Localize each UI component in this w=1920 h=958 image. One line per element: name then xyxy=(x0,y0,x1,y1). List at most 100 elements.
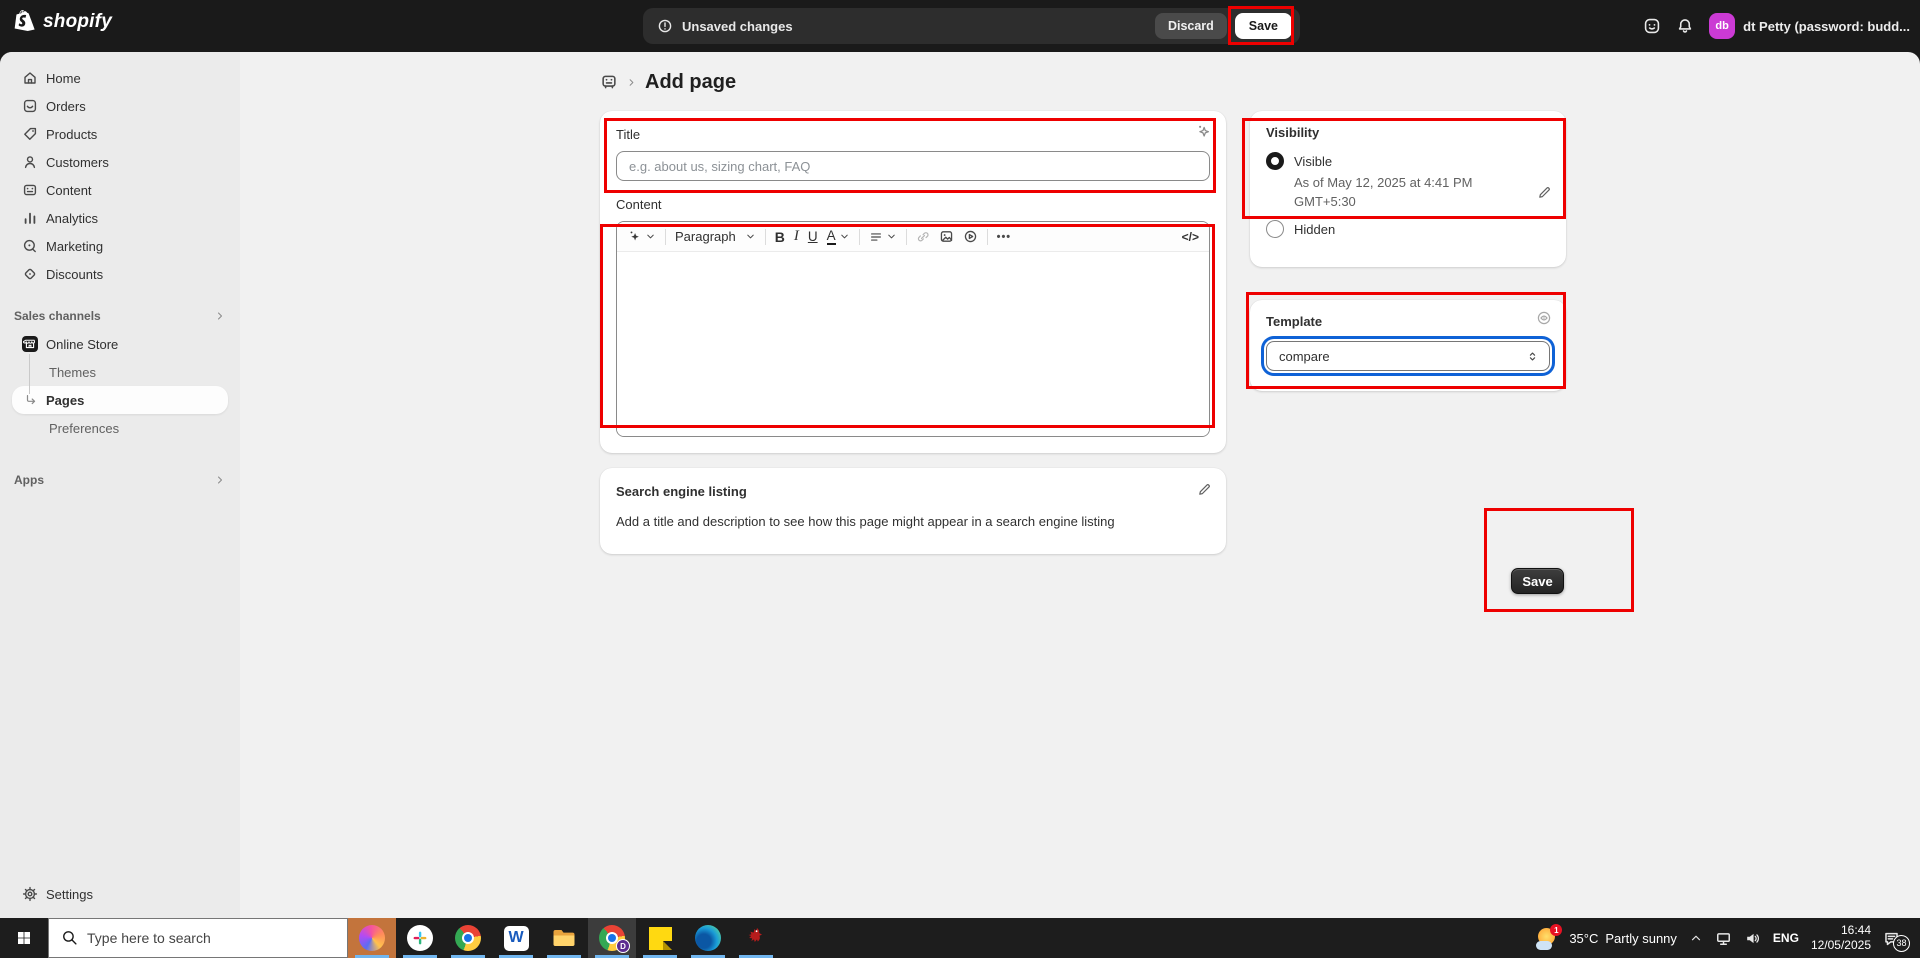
template-select[interactable]: compare xyxy=(1266,341,1550,371)
floating-save-button[interactable]: Save xyxy=(1511,568,1564,594)
italic-button[interactable]: I xyxy=(794,228,799,245)
edit-pencil-icon[interactable] xyxy=(1197,482,1212,497)
taskbar-app-slack[interactable] xyxy=(396,918,444,958)
taskbar-app-copilot[interactable] xyxy=(348,918,396,958)
chrome-icon xyxy=(455,925,481,951)
home-icon xyxy=(22,70,38,86)
select-updown-icon xyxy=(1526,350,1539,363)
marketing-icon xyxy=(22,238,38,254)
ai-assist-button[interactable] xyxy=(627,229,656,244)
show-hidden-icons-button[interactable] xyxy=(1689,931,1703,945)
seo-card-description: Add a title and description to see how t… xyxy=(616,514,1210,529)
topbar-right-cluster: db dt Petty (password: budd... xyxy=(1643,0,1910,52)
windows-logo-icon xyxy=(16,930,32,946)
chevron-down-icon xyxy=(745,231,756,242)
sidebar-item-label: Home xyxy=(46,71,81,86)
visibility-card-title: Visibility xyxy=(1266,125,1550,140)
taskbar-search-input[interactable] xyxy=(48,918,348,958)
template-selected-value: compare xyxy=(1279,349,1330,364)
search-engine-listing-card: Search engine listing Add a title and de… xyxy=(600,468,1226,554)
user-menu[interactable]: db dt Petty (password: budd... xyxy=(1709,13,1910,39)
toolbar-divider xyxy=(987,229,988,245)
visible-option[interactable]: Visible xyxy=(1266,152,1550,170)
person-icon xyxy=(22,154,38,170)
sidebar-item-content[interactable]: Content xyxy=(12,176,228,204)
sidebar-item-label: Content xyxy=(46,183,92,198)
sidebar-item-label: Themes xyxy=(49,365,96,380)
taskbar-app-word[interactable]: W xyxy=(492,918,540,958)
pages-icon[interactable] xyxy=(600,73,618,91)
sidebar-item-label: Pages xyxy=(46,393,84,408)
sidebar: Home Orders Products Customers Content A… xyxy=(0,52,240,918)
theme-eye-icon[interactable] xyxy=(1536,310,1552,326)
save-button[interactable]: Save xyxy=(1235,13,1292,39)
shopify-logo[interactable]: shopify xyxy=(14,10,112,34)
word-icon: W xyxy=(504,926,529,951)
nested-connector-line xyxy=(29,354,30,394)
orders-icon xyxy=(22,98,38,114)
volume-icon[interactable] xyxy=(1744,930,1761,947)
code-view-button[interactable]: </> xyxy=(1182,230,1199,244)
sidebar-item-pages[interactable]: Pages xyxy=(12,386,228,414)
taskbar-clock[interactable]: 16:44 12/05/2025 xyxy=(1811,923,1871,953)
title-field-label: Title xyxy=(616,127,1210,143)
sidebar-section-apps[interactable]: Apps xyxy=(12,466,228,494)
sidebar-item-settings[interactable]: Settings xyxy=(12,880,228,908)
edit-pencil-icon[interactable] xyxy=(1537,185,1552,200)
action-center-button[interactable]: 38 xyxy=(1883,925,1910,952)
link-icon[interactable] xyxy=(916,230,930,244)
sidebar-item-orders[interactable]: Orders xyxy=(12,92,228,120)
network-icon[interactable] xyxy=(1715,930,1732,947)
paragraph-style-label: Paragraph xyxy=(675,229,736,244)
ai-sparkle-icon[interactable] xyxy=(1195,123,1212,140)
sidebar-item-analytics[interactable]: Analytics xyxy=(12,204,228,232)
assistant-icon[interactable] xyxy=(1643,17,1661,35)
video-icon[interactable] xyxy=(963,229,978,244)
paragraph-style-dropdown[interactable]: Paragraph xyxy=(675,229,756,244)
sidebar-item-online-store[interactable]: Online Store xyxy=(12,330,228,358)
more-options-button[interactable]: ••• xyxy=(997,231,1012,243)
editor-text-area[interactable] xyxy=(617,252,1209,437)
alert-icon xyxy=(657,18,673,34)
visible-option-label: Visible xyxy=(1294,154,1332,169)
image-icon[interactable] xyxy=(939,229,954,244)
search-icon xyxy=(61,929,78,946)
sidebar-divider xyxy=(0,288,240,302)
sidebar-item-home[interactable]: Home xyxy=(12,64,228,92)
template-card-title: Template xyxy=(1266,314,1550,329)
taskbar-app-file-explorer[interactable] xyxy=(540,918,588,958)
avatar: db xyxy=(1709,13,1735,39)
taskbar-app-sticky-notes[interactable] xyxy=(636,918,684,958)
sidebar-item-products[interactable]: Products xyxy=(12,120,228,148)
toolbar-divider xyxy=(665,229,666,245)
taskbar-app-edge[interactable] xyxy=(684,918,732,958)
sidebar-item-customers[interactable]: Customers xyxy=(12,148,228,176)
chevron-down-icon xyxy=(645,231,656,242)
page-title: Add page xyxy=(645,71,736,94)
nested-arrow-icon xyxy=(24,393,38,407)
windows-taskbar: W D 1 35°C Partly sunny ENG xyxy=(0,918,1920,958)
bold-button[interactable]: B xyxy=(775,229,785,245)
sidebar-item-label: Customers xyxy=(46,155,109,170)
taskbar-search[interactable] xyxy=(48,918,348,958)
taskbar-app-chrome[interactable] xyxy=(444,918,492,958)
taskbar-weather[interactable]: 1 35°C Partly sunny xyxy=(1536,926,1677,950)
alignment-button[interactable] xyxy=(869,230,897,244)
taskbar-app-red[interactable] xyxy=(732,918,780,958)
sidebar-item-preferences[interactable]: Preferences xyxy=(12,414,228,442)
copilot-icon xyxy=(359,925,385,951)
sidebar-section-sales-channels[interactable]: Sales channels xyxy=(12,302,228,330)
breadcrumb: Add page xyxy=(600,66,736,98)
discard-button[interactable]: Discard xyxy=(1155,13,1227,39)
underline-button[interactable]: U xyxy=(808,229,818,244)
text-color-button[interactable]: A xyxy=(827,229,850,245)
hidden-option[interactable]: Hidden xyxy=(1266,220,1550,238)
bell-icon[interactable] xyxy=(1676,17,1694,35)
sidebar-item-discounts[interactable]: Discounts xyxy=(12,260,228,288)
language-indicator[interactable]: ENG xyxy=(1773,931,1799,945)
title-input[interactable] xyxy=(616,151,1210,181)
start-button[interactable] xyxy=(0,918,48,958)
sidebar-item-themes[interactable]: Themes xyxy=(12,358,228,386)
sidebar-item-marketing[interactable]: Marketing xyxy=(12,232,228,260)
taskbar-app-chrome-profile[interactable]: D xyxy=(588,918,636,958)
